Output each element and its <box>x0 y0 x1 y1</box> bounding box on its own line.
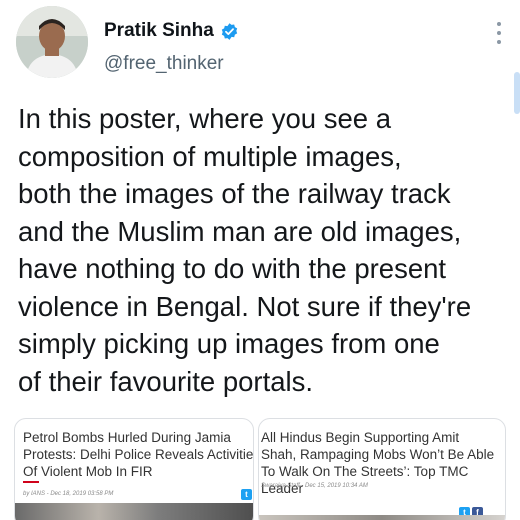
author-handle[interactable]: @free_thinker <box>104 53 224 75</box>
card-byline: by IANS - Dec 18, 2019 03:58 PM <box>23 491 114 497</box>
verified-badge-icon <box>221 22 238 40</box>
accent-divider <box>23 481 39 483</box>
card-headline: Petrol Bombs Hurled During Jamia Protest… <box>23 430 254 479</box>
avatar-photo <box>16 6 88 78</box>
link-card-left[interactable]: Petrol Bombs Hurled During Jamia Protest… <box>14 418 254 520</box>
card-image <box>259 515 505 520</box>
more-options-icon[interactable] <box>496 22 502 44</box>
avatar[interactable] <box>16 6 88 78</box>
tweet-text: In this poster, where you see a composit… <box>18 103 472 397</box>
card-image <box>15 503 253 520</box>
twitter-share-icon[interactable]: t <box>241 489 252 500</box>
author-name-row: Pratik Sinha <box>104 20 239 42</box>
card-byline: Swarajya Staff - Dec 15, 2019 10:34 AM <box>261 483 368 489</box>
link-card-right[interactable]: All Hindus Begin Supporting Amit Shah, R… <box>258 418 506 520</box>
author-name[interactable]: Pratik Sinha <box>104 20 214 42</box>
